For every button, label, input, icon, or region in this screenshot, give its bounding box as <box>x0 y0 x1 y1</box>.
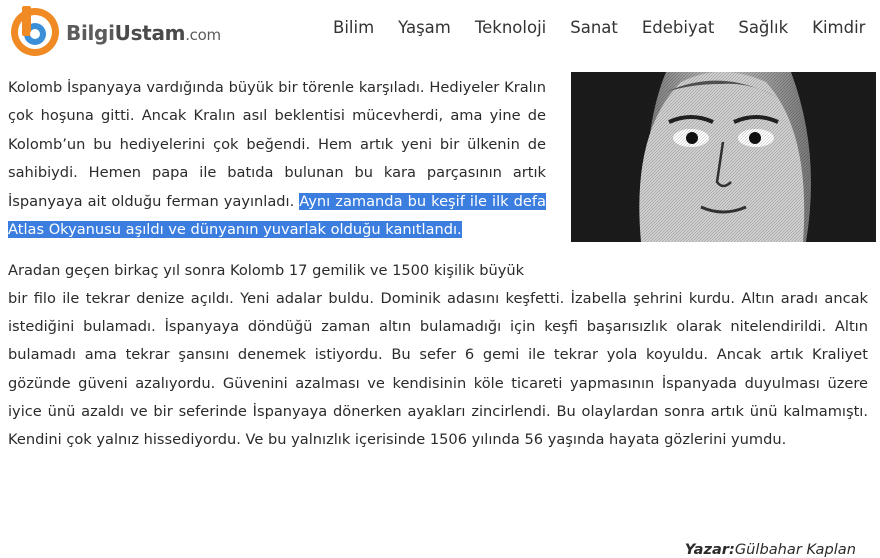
site-logo[interactable]: BilgiUstam.com <box>8 3 221 57</box>
nav-item-saglik[interactable]: Sağlık <box>738 18 788 38</box>
nav-item-edebiyat[interactable]: Edebiyat <box>642 18 714 38</box>
nav-item-kimdir[interactable]: Kimdir <box>812 18 865 38</box>
logo-wordmark: BilgiUstam.com <box>66 21 221 45</box>
author-label: Yazar: <box>684 541 735 558</box>
nav-item-teknoloji[interactable]: Teknoloji <box>475 18 546 38</box>
nav-item-bilim[interactable]: Bilim <box>333 18 374 38</box>
nav-item-yasam[interactable]: Yaşam <box>398 18 451 38</box>
site-header: BilgiUstam.com Bilim Yaşam Teknoloji San… <box>0 0 880 60</box>
portrait-image <box>571 72 876 242</box>
author-name[interactable]: Gülbahar Kaplan <box>735 541 856 558</box>
paragraph-2: bir filo ile tekrar denize açıldı. Yeni … <box>8 290 868 449</box>
paragraph-2-line-1: Aradan geçen birkaç yıl sonra Kolomb 17 … <box>8 262 525 279</box>
main-nav: Bilim Yaşam Teknoloji Sanat Edebiyat Sağ… <box>333 18 880 38</box>
logo-icon <box>11 6 59 56</box>
author-credit: Yazar:Gülbahar Kaplan <box>685 541 856 558</box>
paragraph-1: Kolomb İspanyaya vardığında büyük bir tö… <box>8 74 546 244</box>
engraved-portrait <box>571 72 876 242</box>
paragraph-1-text: Kolomb İspanyaya vardığında büyük bir tö… <box>8 79 546 210</box>
nav-item-sanat[interactable]: Sanat <box>570 18 618 38</box>
